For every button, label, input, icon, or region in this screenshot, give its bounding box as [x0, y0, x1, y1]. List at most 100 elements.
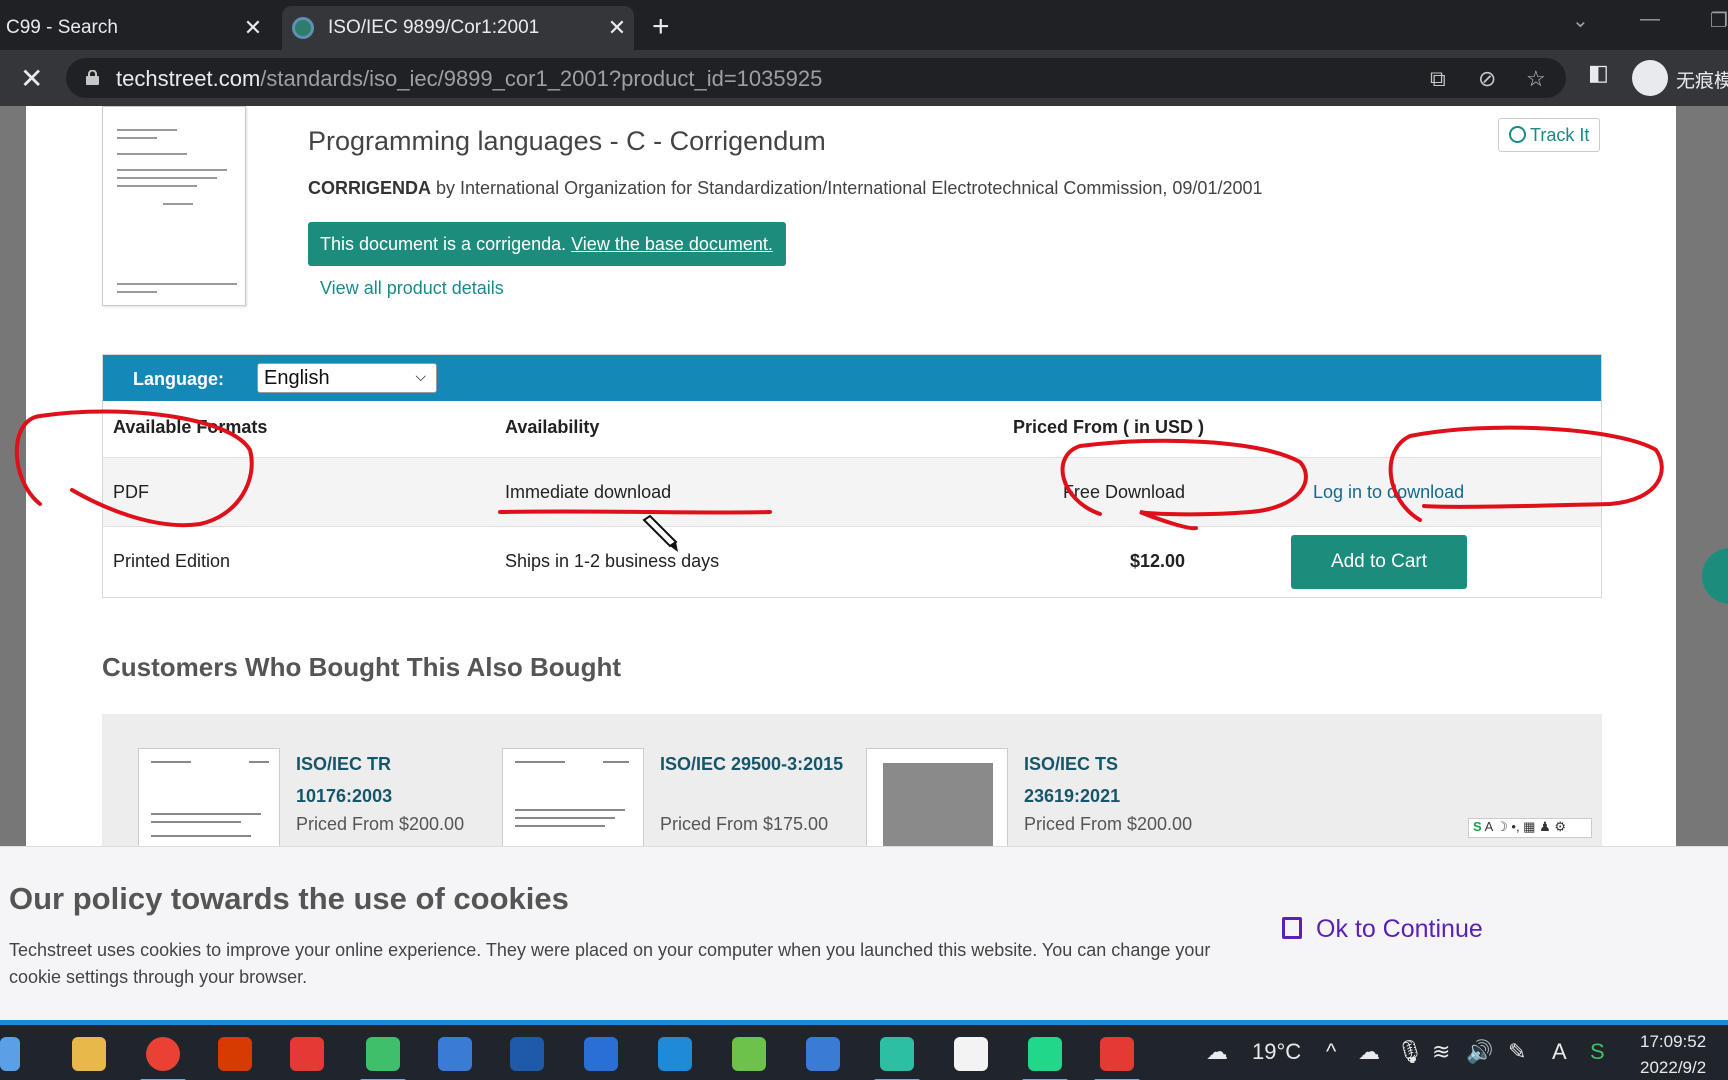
eye-off-icon[interactable]: ⊘	[1478, 66, 1496, 92]
corrigenda-text: This document is a corrigenda.	[320, 234, 572, 254]
track-it-button[interactable]: Track It	[1498, 118, 1600, 152]
wps-icon[interactable]	[290, 1037, 324, 1071]
url-path: /standards/iso_iec/9899_cor1_2001?produc…	[260, 66, 823, 91]
product-type: CORRIGENDA	[308, 178, 432, 198]
tab-iso-iec-9899[interactable]: ISO/IEC 9899/Cor1:2001 ✕	[282, 6, 634, 50]
placeholder-document-icon[interactable]	[866, 748, 1008, 846]
table-row: Printed Edition Ships in 1-2 business da…	[103, 527, 1601, 597]
product-price: Priced From $200.00	[296, 814, 465, 834]
tab-title: ISO/IEC 9899/Cor1:2001	[328, 17, 540, 38]
office-icon[interactable]	[218, 1037, 252, 1071]
url-host: techstreet.com	[116, 66, 261, 91]
table-row: PDF Immediate download Free Download Log…	[103, 457, 1601, 527]
navigation-arrow-icon	[1509, 126, 1526, 143]
start-icon[interactable]	[0, 1037, 20, 1071]
wifi-icon[interactable]: ≋	[1432, 1039, 1450, 1065]
clock-time: 17:09:52	[1640, 1032, 1707, 1051]
clion-green-icon[interactable]	[732, 1037, 766, 1071]
incognito-label: 无痕模	[1676, 71, 1728, 92]
close-icon[interactable]: ✕	[600, 15, 634, 41]
also-bought-carousel: ISO/IEC TR 10176:2003 Priced From $200.0…	[102, 714, 1602, 846]
new-tab-icon[interactable]: +	[652, 10, 670, 44]
document-thumbnail[interactable]	[102, 106, 246, 306]
weather-icon[interactable]: ☁	[1206, 1039, 1228, 1065]
side-panel-icon[interactable]: ◧	[1588, 60, 1609, 86]
track-it-label: Track It	[1530, 125, 1590, 145]
system-clock[interactable]: 17:09:52 2022/9/2	[1640, 1029, 1706, 1080]
incognito-avatar-icon[interactable]	[1632, 60, 1668, 96]
col-header-availability: Availability	[505, 417, 600, 437]
app-icon[interactable]	[510, 1037, 544, 1071]
ok-to-continue-button[interactable]: Ok to Continue	[1282, 915, 1483, 944]
address-bar: ✕ techstreet.com/standards/iso_iec/9899_…	[0, 50, 1728, 106]
col-header-formats: Available Formats	[113, 417, 268, 437]
tab-c99-search[interactable]: C99 - Search ✕	[0, 6, 270, 50]
pencil-cursor-icon	[642, 514, 678, 552]
product-thumbnail[interactable]	[502, 748, 644, 846]
price-cell: Free Download	[1062, 482, 1185, 502]
url-input[interactable]: techstreet.com/standards/iso_iec/9899_co…	[66, 58, 1566, 98]
vscode-icon[interactable]	[658, 1037, 692, 1071]
availability-cell: Immediate download	[505, 482, 672, 502]
maximize-icon[interactable]: ❐	[1710, 8, 1728, 33]
product-link[interactable]: ISO/IEC 29500-3:2015	[660, 748, 850, 780]
pen-icon[interactable]: ✎	[1508, 1039, 1526, 1065]
app-icon[interactable]	[438, 1037, 472, 1071]
star-icon[interactable]: ☆	[1526, 66, 1546, 92]
minimize-icon[interactable]: —	[1640, 8, 1660, 31]
tab-title: C99 - Search	[6, 17, 118, 38]
file-explorer-icon[interactable]	[72, 1037, 106, 1071]
product-link[interactable]: ISO/IEC TS 23619:2021	[1024, 748, 1214, 812]
favicon-icon	[292, 17, 314, 39]
login-to-download-link[interactable]: Log in to download	[1313, 482, 1464, 503]
ime-toolbar[interactable]: S A ☽ •, ▦ ♟ ⚙	[1468, 818, 1592, 838]
tab-search-chevron-icon[interactable]: ⌄	[1572, 8, 1589, 33]
format-cell: Printed Edition	[113, 551, 231, 571]
also-bought-heading: Customers Who Bought This Also Bought	[102, 652, 621, 682]
language-bar: Language: English ⌵	[103, 355, 1601, 401]
clion-icon[interactable]	[880, 1037, 914, 1071]
stop-loading-icon[interactable]: ✕	[20, 62, 43, 95]
chevron-down-icon: ⌵	[415, 368, 426, 384]
calendar-check-icon	[1282, 917, 1302, 939]
close-icon[interactable]: ✕	[236, 15, 270, 41]
view-all-details-link[interactable]: View all product details	[320, 278, 504, 299]
product-page: Programming languages - C - Corrigendum …	[26, 106, 1676, 846]
app-icon[interactable]	[806, 1037, 840, 1071]
language-value: English	[264, 367, 330, 389]
availability-cell: Ships in 1-2 business days	[505, 551, 720, 571]
product-price: Priced From $200.00	[1024, 814, 1193, 834]
sogou-ime-icon[interactable]: S	[1590, 1039, 1605, 1065]
view-base-document-link[interactable]: View the base document.	[571, 234, 773, 254]
add-to-cart-button[interactable]: Add to Cart	[1291, 535, 1467, 589]
pycharm-icon[interactable]	[1028, 1037, 1062, 1071]
notepad-icon[interactable]	[954, 1037, 988, 1071]
browser-tab-strip: C99 - Search ✕ ISO/IEC 9899/Cor1:2001 ✕ …	[0, 0, 1728, 50]
chrome-icon[interactable]	[146, 1037, 180, 1071]
language-select[interactable]: English ⌵	[257, 363, 437, 393]
cloud-icon[interactable]: ☁	[1358, 1039, 1380, 1065]
weather-temperature[interactable]: 19°C	[1252, 1039, 1301, 1065]
chevron-up-icon[interactable]: ^	[1326, 1039, 1336, 1065]
mindmap-icon[interactable]	[366, 1037, 400, 1071]
product-link[interactable]: ISO/IEC TR 10176:2003	[296, 748, 486, 812]
language-label: Language:	[133, 369, 225, 389]
formats-table: Language: English ⌵ Available Formats Av…	[102, 354, 1602, 598]
format-cell: PDF	[113, 482, 149, 502]
app-icon[interactable]	[1100, 1037, 1134, 1071]
cookie-banner: Our policy towards the use of cookies Te…	[0, 846, 1728, 1020]
col-header-price: Priced From ( in USD )	[1013, 417, 1205, 437]
price-cell: $12.00	[1129, 551, 1185, 571]
product-thumbnail[interactable]	[138, 748, 280, 846]
translate-icon[interactable]: ⧉	[1430, 66, 1446, 92]
clock-date: 2022/9/2	[1640, 1058, 1707, 1077]
microphone-icon[interactable]: 🎙	[1396, 1039, 1424, 1065]
lock-icon	[86, 70, 99, 85]
app-icon[interactable]	[584, 1037, 618, 1071]
corrigenda-banner: This document is a corrigenda. View the …	[308, 222, 786, 266]
volume-icon[interactable]: 🔊	[1466, 1039, 1493, 1065]
windows-taskbar: ☁ 19°C ^ ☁ 🎙 ≋ 🔊 ✎ A S 17:09:52 2022/9/2	[0, 1020, 1728, 1080]
product-byline: CORRIGENDA by International Organization…	[308, 178, 1263, 199]
ok-to-continue-label: Ok to Continue	[1316, 915, 1483, 943]
ime-mode-icon[interactable]: A	[1552, 1039, 1567, 1065]
